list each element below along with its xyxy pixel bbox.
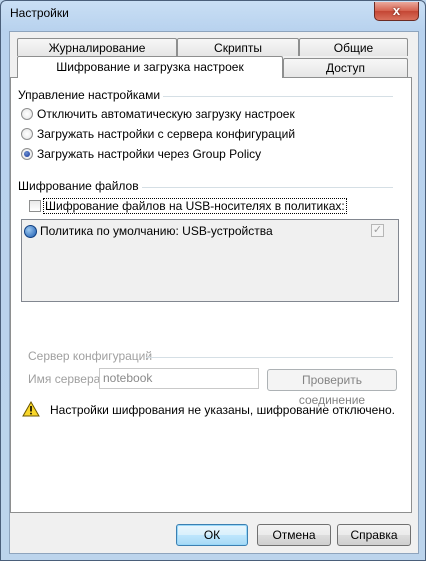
warning-text: Настройки шифрования не указаны, шифрова… [50, 403, 395, 417]
cancel-button[interactable]: Отмена [257, 524, 331, 546]
radio-button[interactable] [21, 128, 33, 140]
group-title-settings: Управление настройками [18, 88, 161, 102]
close-icon: x [392, 3, 401, 18]
globe-icon [24, 224, 37, 238]
radio-label: Загружать настройки через Group Policy [37, 147, 262, 161]
policy-label: Политика по умолчанию: USB-устройства [40, 224, 273, 238]
usb-encryption-label: Шифрование файлов на USB-носителях в пол… [43, 198, 347, 214]
tab-scripts[interactable]: Скрипты [177, 38, 299, 56]
radio-button[interactable] [21, 108, 33, 120]
list-item[interactable]: Политика по умолчанию: USB-устройства ✓ [24, 222, 396, 240]
group-divider [146, 357, 393, 358]
group-title-config-server: Сервер конфигураций [28, 349, 153, 363]
radio-button-selected[interactable] [21, 148, 33, 160]
usb-encryption-checkbox-row[interactable]: Шифрование файлов на USB-носителях в пол… [29, 198, 347, 214]
server-name-label: Имя сервера: [28, 372, 104, 386]
help-button[interactable]: Справка [337, 524, 411, 546]
check-connection-button[interactable]: Проверить соединение [267, 369, 397, 407]
radio-disable-autoload[interactable]: Отключить автоматическую загрузку настро… [21, 106, 295, 122]
tab-general[interactable]: Общие [299, 38, 408, 56]
tab-logging[interactable]: Журналирование [17, 38, 177, 56]
policy-listbox[interactable]: Политика по умолчанию: USB-устройства ✓ [21, 219, 399, 302]
group-divider [142, 187, 393, 188]
radio-load-group-policy[interactable]: Загружать настройки через Group Policy [21, 146, 261, 162]
ok-button[interactable]: ОК [176, 524, 248, 546]
group-divider [163, 96, 393, 97]
radio-label: Отключить автоматическую загрузку настро… [37, 107, 295, 121]
group-title-encryption: Шифрование файлов [18, 179, 139, 193]
radio-load-from-server[interactable]: Загружать настройки с сервера конфигурац… [21, 126, 295, 142]
usb-encryption-checkbox[interactable] [29, 200, 41, 212]
radio-label: Загружать настройки с сервера конфигурац… [37, 127, 296, 141]
server-name-input[interactable]: notebook [99, 368, 259, 389]
tab-encryption-loading[interactable]: Шифрование и загрузка настроек [17, 56, 283, 78]
close-button[interactable]: x [374, 2, 419, 21]
tab-access[interactable]: Доступ [283, 58, 408, 77]
warning-icon [22, 401, 40, 417]
window-title: Настройки [10, 6, 69, 20]
check-icon[interactable]: ✓ [371, 224, 384, 237]
